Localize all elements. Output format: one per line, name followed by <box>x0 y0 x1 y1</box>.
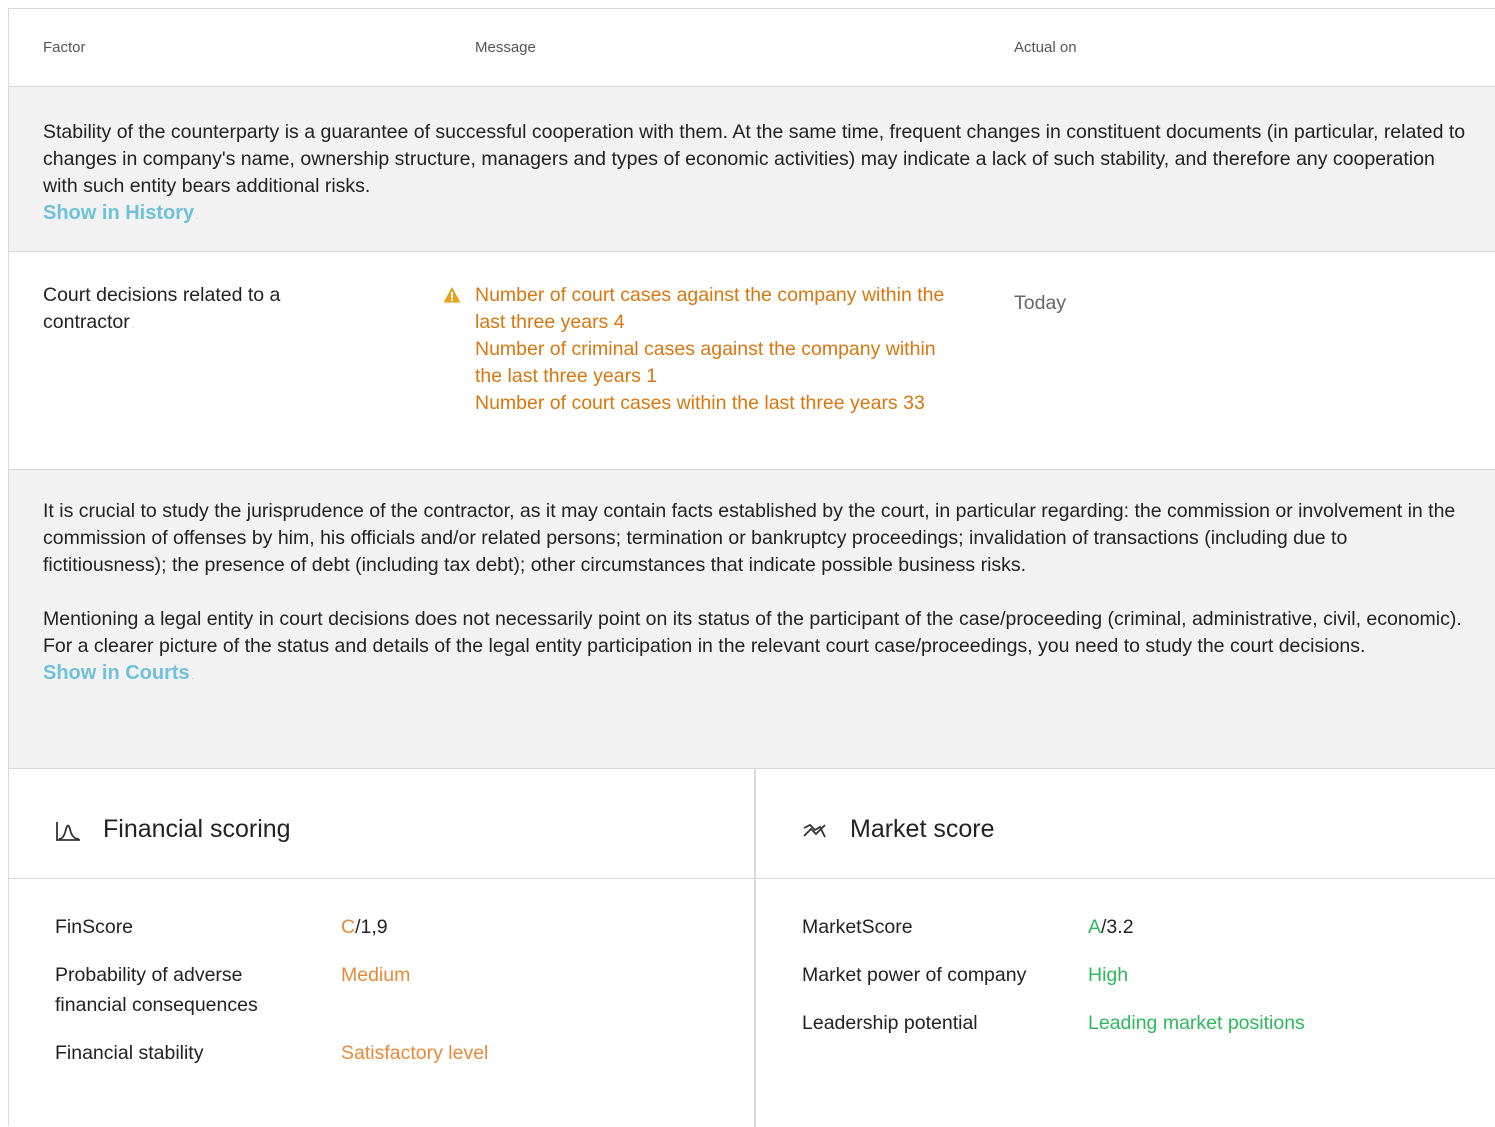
header-actual-on: Actual on <box>1014 39 1077 56</box>
financial-scoring-panel: Financial scoring FinScore C/1,9 Probabi… <box>9 769 756 1127</box>
warning-triangle-icon <box>443 287 461 303</box>
factor-court-decisions-label: Court decisions related to a contractor <box>43 284 281 333</box>
finscore-label: FinScore <box>55 916 134 938</box>
marketscore-grade: A <box>1088 916 1102 938</box>
distribution-curve-icon <box>56 822 80 841</box>
history-note: Stability of the counterparty is a guara… <box>9 87 1495 252</box>
leadership-value: Leading market positions <box>1088 1012 1305 1034</box>
table-row-court-decisions: Court decisions related to a contractor.… <box>9 252 1495 470</box>
risk-factors-table: Factor Message Actual on Stability of th… <box>8 8 1495 1127</box>
court-messages: Number of court cases against the compan… <box>475 282 955 417</box>
factor-court-decisions: Court decisions related to a contractor. <box>43 282 373 339</box>
marketscore-number: /3.2 <box>1101 916 1134 938</box>
show-in-courts-link[interactable]: Show in Courts <box>43 660 190 687</box>
header-factor: Factor <box>43 39 86 56</box>
marketscore-label: MarketScore <box>802 916 913 938</box>
header-message: Message <box>475 39 536 56</box>
finscore-number: /1,9 <box>355 916 388 938</box>
financial-stability-label: Financial stability <box>55 1042 204 1064</box>
link-dot: . <box>191 672 194 681</box>
market-power-label: Market power of company <box>802 964 1027 986</box>
message-court-cases-against: Number of court cases against the compan… <box>475 284 945 333</box>
court-note: It is crucial to study the jurisprudence… <box>9 470 1495 769</box>
court-note-paragraph-2: Mentioning a legal entity in court decis… <box>43 608 1462 657</box>
message-criminal-cases: Number of criminal cases against the com… <box>475 338 936 387</box>
finscore-grade: C <box>341 916 356 938</box>
market-score-panel: Market score MarketScore A/3.2 Market po… <box>756 769 1495 1127</box>
market-power-value: High <box>1088 964 1129 986</box>
show-in-history-link[interactable]: Show in History <box>43 200 194 227</box>
court-note-paragraph-1: It is crucial to study the jurisprudence… <box>43 500 1456 576</box>
trend-arrow-icon <box>803 823 826 838</box>
market-score-header: Market score <box>756 769 1495 879</box>
financial-scoring-header: Financial scoring <box>9 769 754 879</box>
marketscore-value: A/3.2 <box>1088 912 1134 942</box>
history-note-text: Stability of the counterparty is a guara… <box>43 121 1466 197</box>
info-dot: . <box>131 321 134 330</box>
message-court-cases-total: Number of court cases within the last th… <box>475 392 925 414</box>
link-dot: . <box>196 212 199 221</box>
financial-stability-value: Satisfactory level <box>341 1042 489 1064</box>
probability-label: Probability of adverse financial consequ… <box>55 964 258 1016</box>
market-score-title: Market score <box>850 815 995 843</box>
financial-scoring-title: Financial scoring <box>103 815 291 843</box>
leadership-label: Leadership potential <box>802 1012 978 1034</box>
actual-on-today: Today <box>1014 292 1067 314</box>
finscore-value: C/1,9 <box>341 912 388 942</box>
probability-value: Medium <box>341 964 411 986</box>
table-header: Factor Message Actual on <box>9 9 1495 87</box>
